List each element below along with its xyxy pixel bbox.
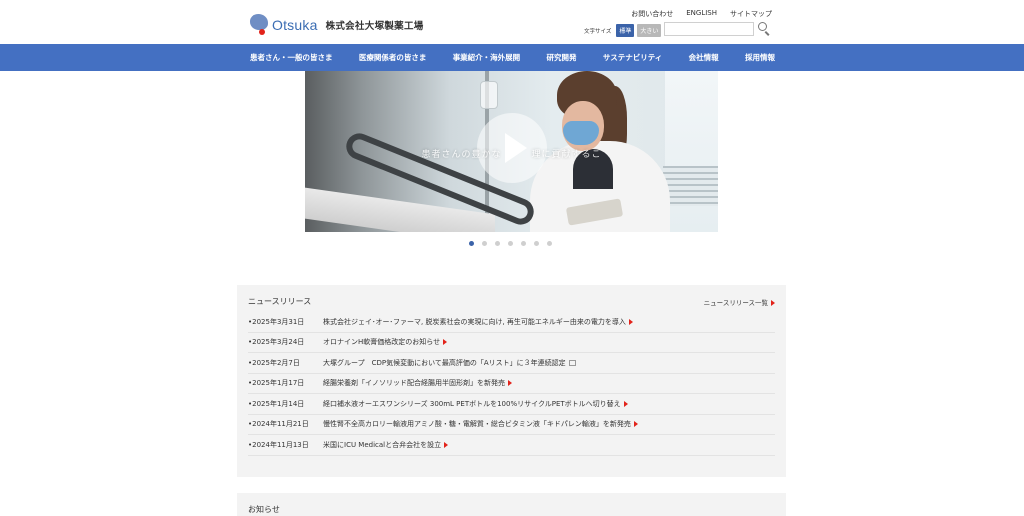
news-date: •2025年3月31日 [248, 317, 305, 326]
arrow-right-icon [771, 300, 775, 306]
slider-dot[interactable] [508, 241, 513, 246]
hero-caption: 患者さんの豊かな 理に貢献するこ [421, 150, 602, 160]
news-date: •2025年1月17日 [248, 379, 305, 388]
nav-recruit[interactable]: 採用情報 [745, 52, 775, 63]
arrow-right-icon [444, 441, 449, 448]
external-link-icon [568, 359, 576, 366]
news-all-link[interactable]: ニュースリリース一覧 [704, 297, 775, 307]
news-link[interactable]: 慢性腎不全高カロリー輸液用アミノ酸・糖・電解質・総合ビタミン液「キドパレン輸液」… [323, 419, 638, 429]
font-size-normal-button[interactable]: 標準 [616, 24, 635, 37]
font-size-label: 文字サイズ [584, 28, 612, 35]
font-size-large-button[interactable]: 大きい [637, 24, 662, 37]
news-link[interactable]: 大塚グループ CDP気候変動において最高評価の「Aリスト」に３年連続認定 [323, 358, 576, 368]
news-item: •2025年2月7日 大塚グループ CDP気候変動において最高評価の「Aリスト」… [248, 353, 775, 374]
nav-business[interactable]: 事業紹介・海外展開 [453, 52, 521, 63]
slider-dot[interactable] [521, 241, 526, 246]
slider-dot[interactable] [495, 241, 500, 246]
nav-patients[interactable]: 患者さん・一般の皆さま [250, 52, 333, 63]
otsuka-logo[interactable]: Otsuka 株式会社大塚製薬工場 [250, 12, 424, 38]
arrow-right-icon [623, 400, 628, 407]
nav-research[interactable]: 研究開発 [547, 52, 577, 63]
nav-sustainability[interactable]: サステナビリティ [603, 52, 662, 63]
news-item: •2025年1月17日 経腸栄養剤「イノソリッド配合経腸用半固形剤」を新発売 [248, 374, 775, 394]
arrow-right-icon [628, 318, 633, 325]
nav-medical[interactable]: 医療関係者の皆さま [359, 52, 427, 63]
news-item: •2024年11月21日 慢性腎不全高カロリー輸液用アミノ酸・糖・電解質・総合ビ… [248, 415, 775, 435]
news-link[interactable]: 経口補水液オーエスワンシリーズ 300mL PETボトルを100%リサイクルPE… [323, 399, 628, 409]
slider-dots [469, 241, 552, 246]
news-date: •2025年2月7日 [248, 358, 300, 367]
slider-dot[interactable] [534, 241, 539, 246]
arrow-right-icon [508, 380, 512, 387]
news-item: •2025年3月24日 オロナインH軟膏価格改定のお知らせ [248, 333, 775, 353]
news-link[interactable]: オロナインH軟膏価格改定のお知らせ [323, 337, 448, 347]
news-link[interactable]: 経腸栄養剤「イノソリッド配合経腸用半固形剤」を新発売 [323, 378, 512, 388]
news-list: •2025年3月31日 株式会社ジェイ･オー･ファーマ, 脱炭素社会の実現に向け… [248, 312, 775, 456]
otsuka-logo-icon [250, 14, 272, 36]
news-section-title: ニュースリリース [248, 297, 312, 306]
contact-link[interactable]: お問い合わせ [631, 9, 673, 19]
english-link[interactable]: ENGLISH [686, 9, 717, 19]
news-link[interactable]: 米国にICU Medicalと合弁会社を設立 [323, 440, 449, 450]
utility-links: お問い合わせ ENGLISH サイトマップ [631, 9, 772, 19]
font-size-switcher: 文字サイズ 標準 大きい [584, 24, 662, 37]
slider-dot[interactable] [469, 241, 474, 246]
news-release-section: ニュースリリース ニュースリリース一覧 •2025年3月31日 株式会社ジェイ･… [237, 285, 786, 477]
hero-video-slide[interactable]: 患者さんの豊かな 理に貢献するこ [305, 71, 718, 232]
search-button[interactable] [758, 22, 771, 36]
news-date: •2024年11月21日 [248, 420, 309, 429]
news-link[interactable]: 株式会社ジェイ･オー･ファーマ, 脱炭素社会の実現に向け, 再生可能エネルギー由… [323, 317, 633, 327]
slider-dot[interactable] [547, 241, 552, 246]
news-item: •2024年11月13日 米国にICU Medicalと合弁会社を設立 [248, 435, 775, 456]
logo-word: Otsuka [272, 17, 318, 33]
slider-dot[interactable] [482, 241, 487, 246]
global-nav: 患者さん・一般の皆さま 医療関係者の皆さま 事業紹介・海外展開 研究開発 サステ… [0, 44, 1024, 71]
sitemap-link[interactable]: サイトマップ [730, 9, 772, 19]
nav-company[interactable]: 会社情報 [689, 52, 719, 63]
news-date: •2025年3月24日 [248, 338, 305, 347]
news-date: •2024年11月13日 [248, 440, 309, 449]
search-input[interactable] [664, 22, 754, 36]
arrow-right-icon [443, 339, 448, 346]
news-date: •2025年1月14日 [248, 399, 305, 408]
face-mask [563, 121, 599, 145]
notice-section: お知らせ [237, 493, 786, 516]
news-item: •2025年1月14日 経口補水液オーエスワンシリーズ 300mL PETボトル… [248, 394, 775, 415]
company-name: 株式会社大塚製薬工場 [325, 21, 424, 32]
notice-section-title: お知らせ [248, 505, 280, 514]
iv-bag [480, 81, 498, 109]
news-item: •2025年3月31日 株式会社ジェイ･オー･ファーマ, 脱炭素社会の実現に向け… [248, 312, 775, 333]
arrow-right-icon [633, 421, 638, 428]
